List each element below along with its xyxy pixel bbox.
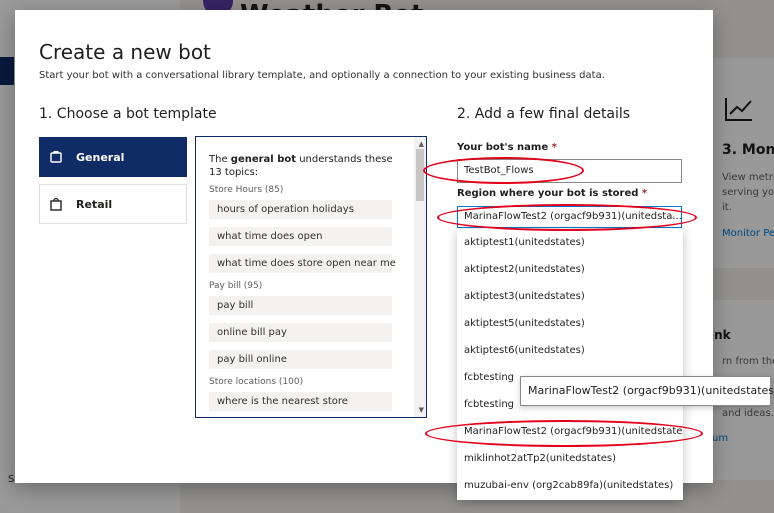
template-label: General [76, 150, 125, 164]
region-option[interactable]: miklinhot2atTp2(unitedstates) [457, 445, 683, 472]
dialog-title: Create a new bot [39, 40, 211, 64]
template-retail[interactable]: Retail [39, 184, 187, 224]
scroll-down-icon[interactable]: ▼ [419, 406, 424, 414]
topics-content: The general bot understands these 13 top… [209, 153, 401, 417]
topic-phrase: where is the nearest store [209, 392, 392, 411]
required-mark: * [551, 142, 557, 153]
topics-intro-bold: general bot [230, 154, 297, 165]
bot-icon [48, 149, 64, 165]
region-option[interactable]: aktiptest3(unitedstates) [457, 283, 683, 310]
topics-intro-pre: The [209, 154, 231, 165]
topic-phrase: online bill pay [209, 323, 392, 342]
topic-phrase: hours of operation holidays [209, 200, 392, 219]
required-mark: * [641, 188, 648, 199]
template-general[interactable]: General [39, 137, 187, 177]
topic-phrase: pay bill online [209, 350, 392, 369]
topic-group-title: Pay bill (95) [209, 281, 263, 291]
bot-name-label: Your bot's name * [457, 142, 557, 153]
topic-phrase: what time does open [209, 227, 392, 246]
dialog-subtitle: Start your bot with a conversational lib… [39, 70, 605, 81]
topic-phrase: what time does store open near me [209, 254, 396, 273]
region-dropdown-list[interactable]: aktiptest1(unitedstates) aktiptest2(unit… [457, 229, 683, 500]
topic-group-title: Store Hours (85) [209, 185, 284, 195]
template-label: Retail [76, 197, 113, 211]
region-option[interactable]: aktiptest1(unitedstates) [457, 229, 683, 256]
topics-list-panel[interactable]: The general bot understands these 13 top… [195, 136, 427, 418]
region-tooltip: MarinaFlowTest2 (orgacf9b931)(unitedstat… [520, 376, 774, 406]
region-option[interactable]: muzubai-env (org2cab89fa)(unitedstates) [457, 472, 683, 499]
annotation-ellipse-name [423, 157, 584, 184]
topics-intro: The general bot understands these 13 top… [209, 153, 401, 179]
region-label-text: Region where your bot is stored [457, 188, 639, 199]
topics-scrollbar[interactable]: ▲ ▼ [414, 137, 426, 417]
shopping-bag-icon [48, 196, 64, 212]
scroll-up-icon[interactable]: ▲ [419, 140, 424, 148]
section-template-title: 1. Choose a bot template [39, 106, 217, 122]
region-option[interactable]: aktiptest5(unitedstates) [457, 310, 683, 337]
topic-phrase: pay bill [209, 296, 392, 315]
bot-name-label-text: Your bot's name [457, 142, 549, 153]
region-label: Region where your bot is stored * [457, 188, 647, 199]
section-details-title: 2. Add a few final details [457, 106, 631, 122]
annotation-ellipse-option [425, 420, 703, 447]
region-option[interactable]: aktiptest6(unitedstates) [457, 337, 683, 364]
annotation-ellipse-region [437, 204, 697, 231]
topic-group-title: Store locations (100) [209, 377, 304, 387]
region-option[interactable]: aktiptest2(unitedstates) [457, 256, 683, 283]
scroll-thumb[interactable] [416, 149, 424, 201]
